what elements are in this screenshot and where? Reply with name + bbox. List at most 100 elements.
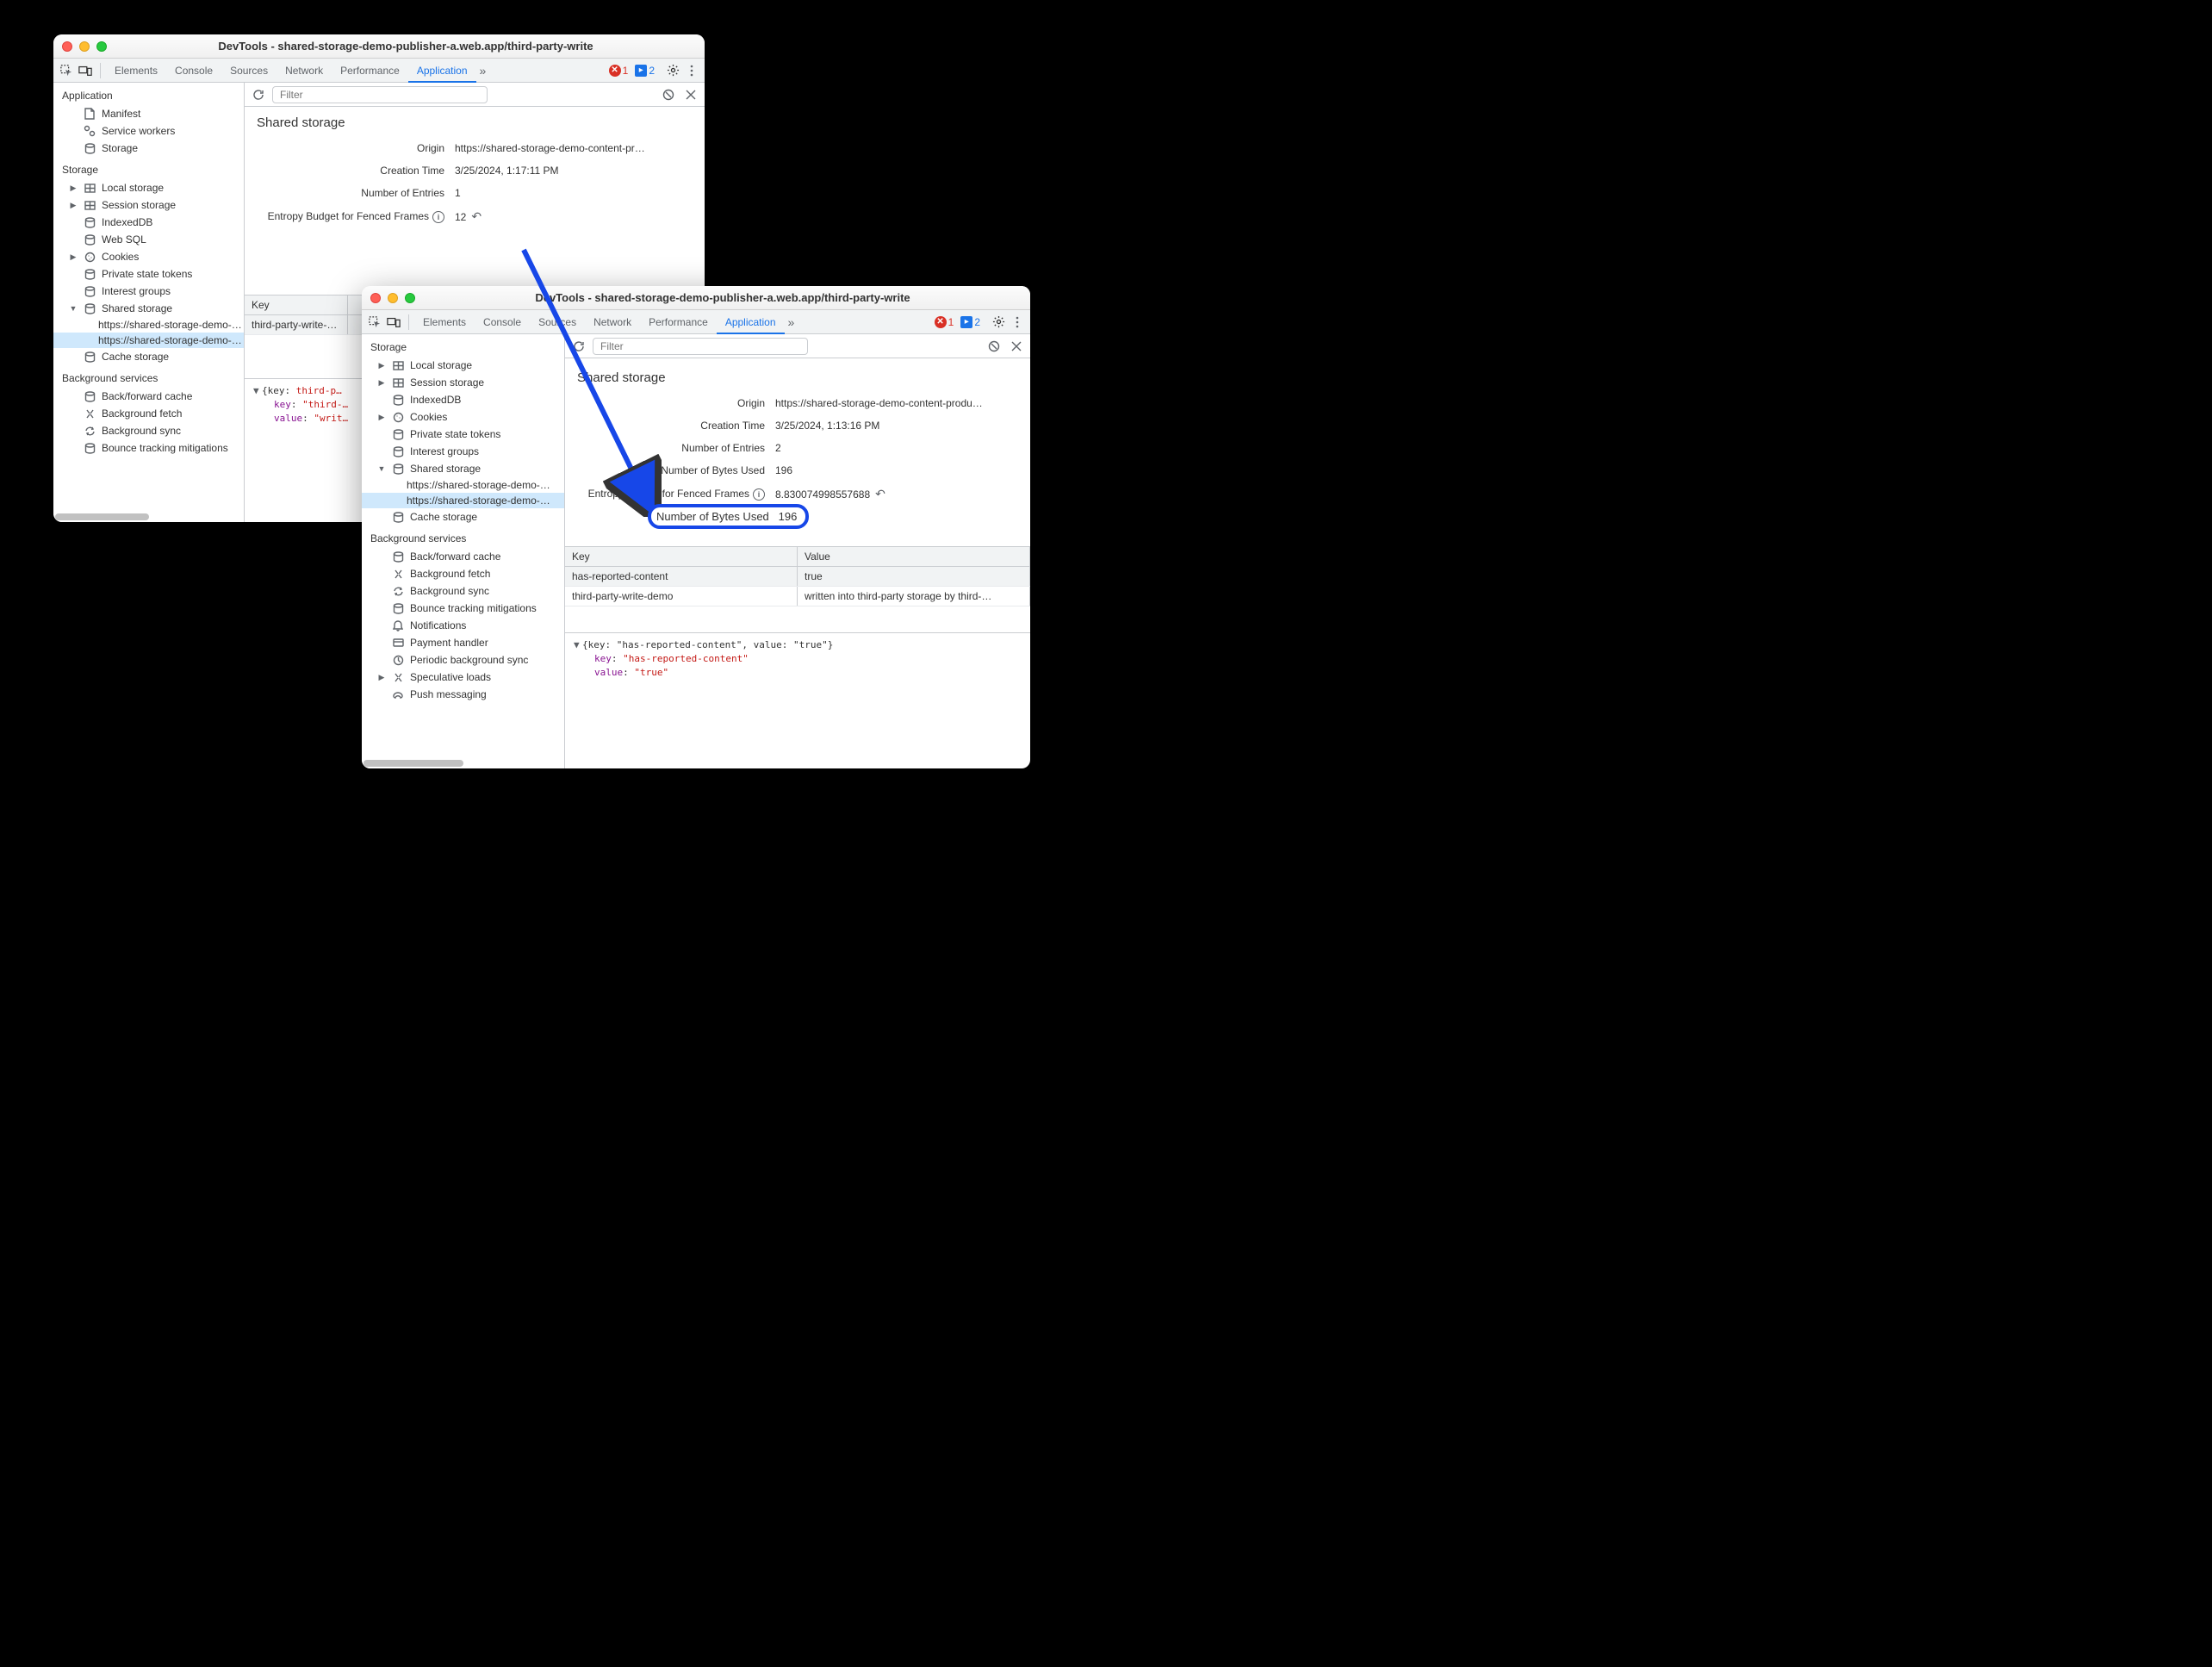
tab-elements[interactable]: Elements	[106, 65, 166, 77]
error-count: 1	[623, 65, 629, 77]
more-tabs-icon[interactable]: »	[785, 315, 798, 329]
main-tabbar-b: Elements Console Sources Network Perform…	[362, 310, 1030, 334]
close-icon[interactable]	[370, 293, 381, 303]
zoom-icon[interactable]	[405, 293, 415, 303]
settings-icon[interactable]	[989, 313, 1008, 332]
scrollbar-h[interactable]	[55, 513, 242, 520]
label: Interest groups	[410, 445, 479, 457]
col-key: Key	[245, 295, 348, 314]
minimize-icon[interactable]	[388, 293, 398, 303]
tab-application[interactable]: Application	[717, 316, 785, 328]
reload-icon[interactable]	[250, 86, 267, 103]
settings-icon[interactable]	[663, 61, 682, 80]
label: Storage	[102, 142, 138, 154]
filter-input[interactable]	[272, 86, 488, 103]
sidebar-item-websql[interactable]: Web SQL	[53, 231, 244, 248]
shared-storage-info: Shared storage Originhttps://shared-stor…	[245, 107, 705, 243]
info-icon[interactable]: i	[432, 211, 444, 223]
message-badge-icon[interactable]: ▸	[960, 316, 972, 328]
panel-heading: Shared storage	[257, 115, 693, 130]
label: Notifications	[410, 619, 466, 631]
sidebar-item-bounce[interactable]: Bounce tracking mitigations	[362, 600, 564, 617]
label: Local storage	[410, 359, 472, 371]
inspect-icon[interactable]	[57, 61, 76, 80]
label: Cache storage	[102, 351, 169, 363]
error-badge-icon[interactable]: ✕	[935, 316, 947, 328]
close-icon[interactable]	[62, 41, 72, 52]
sidebar-item-manifest[interactable]: Manifest	[53, 105, 244, 122]
minimize-icon[interactable]	[79, 41, 90, 52]
close-icon[interactable]	[682, 86, 699, 103]
sidebar-item-cookies[interactable]: ▶Cookies	[53, 248, 244, 265]
scrollbar-h[interactable]	[363, 760, 562, 767]
more-tabs-icon[interactable]: »	[476, 64, 490, 78]
message-count: 2	[974, 316, 980, 328]
tab-application[interactable]: Application	[408, 65, 476, 77]
col-key: Key	[565, 547, 798, 566]
info-icon[interactable]: i	[753, 488, 765, 501]
sidebar-item-notifications[interactable]: Notifications	[362, 617, 564, 634]
object-view: ▼{key: "has-reported-content", value: "t…	[565, 632, 1030, 685]
sidebar-item-shared-origin-1[interactable]: https://shared-storage-demo-…	[53, 333, 244, 348]
sidebar-item-storage[interactable]: Storage	[53, 140, 244, 157]
table-header: Key Value	[565, 546, 1030, 567]
sidebar-item-shared-origin-0[interactable]: https://shared-storage-demo-…	[53, 317, 244, 333]
tab-performance[interactable]: Performance	[332, 65, 408, 77]
message-count: 2	[649, 65, 655, 77]
kebab-icon[interactable]	[1008, 313, 1027, 332]
sidebar-item-bfcache[interactable]: Back/forward cache	[53, 388, 244, 405]
sidebar-item-private-state[interactable]: Private state tokens	[53, 265, 244, 283]
cell-key: has-reported-content	[565, 567, 798, 586]
divider	[100, 63, 101, 78]
label: Service workers	[102, 125, 175, 137]
sidebar-item-local-storage[interactable]: ▶Local storage	[53, 179, 244, 196]
sidebar-item-bounce[interactable]: Bounce tracking mitigations	[53, 439, 244, 457]
value-bytes: 196	[775, 464, 1018, 476]
section-background: Background services	[53, 365, 244, 388]
cell-value: true	[798, 567, 1030, 586]
sidebar-item-shared-storage[interactable]: ▼Shared storage	[53, 300, 244, 317]
device-icon[interactable]	[384, 313, 403, 332]
table-row[interactable]: third-party-write-demo written into thir…	[565, 587, 1030, 606]
zoom-icon[interactable]	[96, 41, 107, 52]
message-badge-icon[interactable]: ▸	[635, 65, 647, 77]
tab-elements[interactable]: Elements	[414, 316, 475, 328]
value-origin: https://shared-storage-demo-content-prod…	[775, 397, 1018, 409]
sidebar-item-bgfetch[interactable]: Background fetch	[362, 565, 564, 582]
label: Payment handler	[410, 637, 488, 649]
value-origin: https://shared-storage-demo-content-pr…	[455, 142, 693, 154]
sidebar-a: Application Manifest Service workers Sto…	[53, 83, 245, 522]
inspect-icon[interactable]	[365, 313, 384, 332]
tab-network[interactable]: Network	[276, 65, 332, 77]
sidebar-item-bgfetch[interactable]: Background fetch	[53, 405, 244, 422]
tab-console[interactable]: Console	[166, 65, 221, 77]
callout-value: 196	[779, 510, 798, 523]
error-badge-icon[interactable]: ✕	[609, 65, 621, 77]
sidebar-item-cache-storage[interactable]: Cache storage	[53, 348, 244, 365]
sidebar-item-service-workers[interactable]: Service workers	[53, 122, 244, 140]
clear-icon[interactable]	[985, 338, 1003, 355]
close-icon[interactable]	[1008, 338, 1025, 355]
sidebar-item-indexeddb[interactable]: IndexedDB	[53, 214, 244, 231]
kebab-icon[interactable]	[682, 61, 701, 80]
device-icon[interactable]	[76, 61, 95, 80]
undo-icon[interactable]: ↶	[471, 209, 482, 224]
sidebar-item-speculative[interactable]: ▶Speculative loads	[362, 669, 564, 686]
label: https://shared-storage-demo-…	[98, 334, 242, 346]
sidebar-item-periodic-sync[interactable]: Periodic background sync	[362, 651, 564, 669]
sidebar-item-bgsync[interactable]: Background sync	[362, 582, 564, 600]
sidebar-item-session-storage[interactable]: ▶Session storage	[53, 196, 244, 214]
undo-icon[interactable]: ↶	[875, 487, 885, 501]
section-application: Application	[53, 83, 244, 105]
sidebar-item-bgsync[interactable]: Background sync	[53, 422, 244, 439]
sidebar-item-bfcache[interactable]: Back/forward cache	[362, 548, 564, 565]
tab-sources[interactable]: Sources	[221, 65, 276, 77]
col-value: Value	[798, 547, 1030, 566]
sidebar-item-push[interactable]: Push messaging	[362, 686, 564, 703]
table-row[interactable]: has-reported-content true	[565, 567, 1030, 587]
sidebar-item-interest-groups[interactable]: Interest groups	[53, 283, 244, 300]
clear-icon[interactable]	[660, 86, 677, 103]
label: Speculative loads	[410, 671, 491, 683]
sidebar-item-payment[interactable]: Payment handler	[362, 634, 564, 651]
error-count: 1	[948, 316, 954, 328]
